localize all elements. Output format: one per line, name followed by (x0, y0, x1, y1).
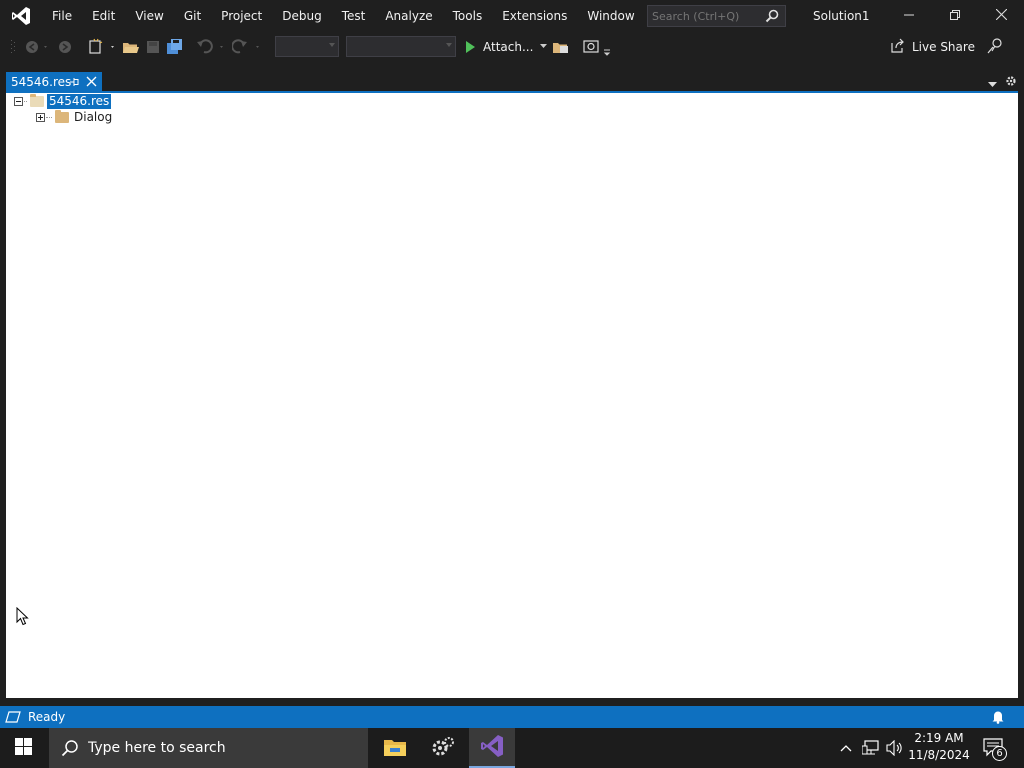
visual-studio-icon (479, 733, 505, 762)
clock-time: 2:19 AM (914, 731, 964, 745)
restore-button[interactable] (932, 0, 978, 32)
collapse-icon[interactable] (14, 96, 23, 106)
menu-test[interactable]: Test (332, 0, 376, 32)
taskbar-search-input[interactable] (88, 740, 348, 756)
tree-root-row[interactable]: 54546.res (14, 93, 112, 109)
undo-icon[interactable] (196, 38, 228, 56)
play-icon (466, 40, 475, 53)
close-tab-icon[interactable] (86, 76, 97, 90)
live-share-label: Live Share (912, 40, 975, 54)
search-icon (61, 739, 79, 757)
start-button[interactable] (0, 728, 46, 768)
bell-icon[interactable] (991, 709, 1005, 727)
taskbar-settings[interactable] (420, 728, 466, 768)
menu-tools[interactable]: Tools (443, 0, 493, 32)
windows-start-icon (14, 738, 32, 758)
pin-icon[interactable] (68, 75, 80, 92)
document-tab[interactable]: 54546.res (6, 72, 102, 92)
mouse-cursor (16, 606, 29, 630)
attach-label: Attach... (483, 39, 534, 54)
live-share-icon (890, 38, 906, 57)
forward-icon[interactable] (57, 38, 73, 56)
attach-button[interactable]: Attach... (464, 36, 548, 57)
chevron-up-icon[interactable] (840, 741, 852, 755)
taskbar-visual-studio[interactable] (469, 728, 515, 768)
live-share-button[interactable]: Live Share (890, 36, 975, 58)
menu-bar: File Edit View Git Project Debug Test An… (42, 0, 692, 32)
status-bar: Ready (0, 706, 1024, 728)
screenshot-icon[interactable] (582, 38, 614, 56)
tree-child-row[interactable]: Dialog (36, 109, 112, 125)
vs-logo-icon[interactable] (0, 0, 42, 32)
menu-git[interactable]: Git (174, 0, 211, 32)
file-explorer-icon (383, 737, 407, 760)
solution-platform-dropdown[interactable] (346, 36, 456, 57)
search-input[interactable] (652, 9, 762, 23)
solution-configuration-dropdown[interactable] (275, 36, 339, 57)
tree-connector (24, 100, 27, 102)
menu-analyze[interactable]: Analyze (375, 0, 442, 32)
tree-root-label[interactable]: 54546.res (47, 93, 112, 109)
feedback-icon[interactable] (986, 37, 1004, 55)
document-tab-title: 54546.res (11, 75, 72, 89)
menu-project[interactable]: Project (211, 0, 272, 32)
tab-list-dropdown-icon[interactable] (988, 77, 997, 91)
taskbar-clock[interactable]: 2:19 AM 11/8/2024 (906, 730, 972, 764)
network-icon[interactable] (861, 740, 880, 759)
title-bar: File Edit View Git Project Debug Test An… (0, 0, 1024, 32)
minimize-button[interactable] (886, 0, 932, 32)
solution-name: Solution1 (813, 9, 870, 23)
new-project-icon[interactable] (88, 38, 118, 56)
folder-icon (55, 109, 69, 123)
back-icon[interactable] (24, 38, 50, 56)
close-icon (995, 8, 1007, 23)
browse-folder-icon[interactable] (552, 38, 570, 56)
ready-status-icon (5, 711, 21, 723)
status-text: Ready (28, 710, 66, 724)
gear-icon[interactable] (1005, 75, 1017, 90)
toolbar-grip[interactable] (10, 38, 16, 56)
search-box[interactable] (647, 5, 786, 27)
clock-date: 11/8/2024 (908, 748, 970, 762)
settings-icon (431, 736, 455, 761)
folder-icon (30, 93, 44, 107)
restore-icon (950, 9, 960, 23)
notification-count-badge: 6 (992, 746, 1007, 761)
menu-extensions[interactable]: Extensions (492, 0, 577, 32)
menu-file[interactable]: File (42, 0, 82, 32)
search-icon[interactable] (765, 9, 779, 26)
menu-edit[interactable]: Edit (82, 0, 125, 32)
taskbar-file-explorer[interactable] (372, 728, 418, 768)
open-folder-icon[interactable] (122, 38, 140, 56)
menu-view[interactable]: View (125, 0, 173, 32)
tree-connector (46, 116, 52, 118)
notifications-icon[interactable]: 6 (983, 738, 1007, 763)
tree-child-label[interactable]: Dialog (74, 110, 112, 124)
document-tab-strip (0, 70, 1024, 92)
taskbar-search[interactable] (49, 728, 368, 768)
minimize-icon (904, 9, 914, 23)
menu-window[interactable]: Window (577, 0, 644, 32)
expand-icon[interactable] (36, 112, 45, 122)
close-window-button[interactable] (978, 0, 1024, 32)
redo-icon[interactable] (232, 38, 264, 56)
menu-debug[interactable]: Debug (272, 0, 331, 32)
save-icon[interactable] (145, 38, 161, 56)
volume-icon[interactable] (886, 739, 904, 759)
resource-editor[interactable]: 54546.res Dialog (6, 93, 1018, 698)
save-all-icon[interactable] (166, 38, 184, 56)
